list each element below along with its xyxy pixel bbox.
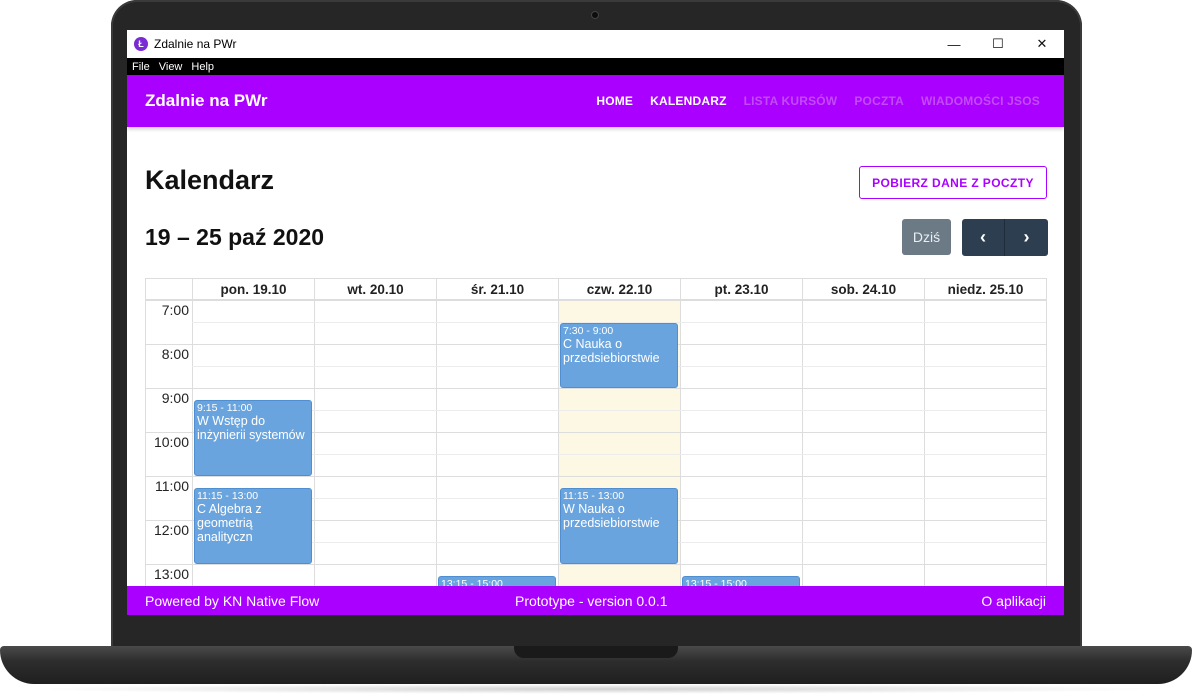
day-header: śr. 21.10 (436, 279, 558, 300)
time-label: 8:00 (161, 346, 189, 362)
calendar-event[interactable]: 7:30 - 9:00 C Nauka o przedsiebiorstwie (560, 323, 678, 388)
app-window: Ł Zdalnie na PWr — ☐ ✕ File View Help Zd… (127, 30, 1064, 615)
menu-bar: File View Help (127, 58, 1064, 75)
week-nav-group: ‹ › (962, 219, 1048, 256)
day-header: pon. 19.10 (192, 279, 314, 300)
next-week-button[interactable]: › (1005, 219, 1048, 256)
hour-gridline (146, 564, 1046, 565)
maximize-button[interactable]: ☐ (976, 30, 1020, 58)
footer-about-link[interactable]: O aplikacji (981, 593, 1046, 609)
top-navbar: Zdalnie na PWr HOME KALENDARZ LISTA KURS… (127, 75, 1064, 127)
menu-file[interactable]: File (132, 61, 150, 73)
nav-course-list[interactable]: LISTA KURSÓW (744, 94, 838, 108)
nav-calendar[interactable]: KALENDARZ (650, 94, 726, 108)
calendar-event[interactable]: 11:15 - 13:00 W Nauka o przedsiebiorstwie (560, 488, 678, 564)
event-time: 7:30 - 9:00 (563, 325, 614, 337)
today-button[interactable]: Dziś (902, 219, 951, 255)
window-controls: — ☐ ✕ (932, 30, 1064, 58)
day-header: czw. 22.10 (558, 279, 680, 300)
hour-gridline (146, 476, 1046, 477)
half-hour-gridline (192, 410, 1046, 411)
footer-version: Prototype - version 0.0.1 (515, 592, 668, 609)
half-hour-gridline (192, 454, 1046, 455)
day-header: niedz. 25.10 (924, 279, 1046, 300)
window-title: Zdalnie na PWr (154, 37, 237, 51)
hour-gridline (146, 300, 1046, 301)
close-button[interactable]: ✕ (1020, 30, 1064, 58)
calendar-event[interactable]: 11:15 - 13:00 C Algebra z geometrią anali… (194, 488, 312, 564)
time-label: 12:00 (153, 522, 189, 538)
time-label: 13:00 (153, 566, 189, 582)
nav-home[interactable]: HOME (596, 94, 633, 108)
nav-mail[interactable]: POCZTA (854, 94, 904, 108)
day-header: pt. 23.10 (680, 279, 802, 300)
menu-help[interactable]: Help (191, 61, 214, 73)
calendar-event[interactable]: 9:15 - 11:00 W Wstęp do inżynierii system… (194, 400, 312, 476)
minimize-button[interactable]: — (932, 30, 976, 58)
laptop-shadow (20, 684, 1172, 694)
fetch-mail-button[interactable]: POBIERZ DANE Z POCZTY (859, 166, 1047, 199)
nav-jsos-messages[interactable]: WIADOMOŚCI JSOS (921, 94, 1040, 108)
footer-powered-by: Powered by KN Native Flow (145, 592, 320, 609)
menu-view[interactable]: View (159, 61, 183, 73)
week-calendar: pon. 19.10 wt. 20.10 śr. 21.10 czw. 22.10 pt… (145, 278, 1047, 588)
page-title: Kalendarz (145, 165, 275, 195)
footer: Powered by KN Native Flow Prototype - ve… (127, 586, 1064, 615)
event-title: W Nauka o przedsiebiorstwie (563, 502, 660, 530)
app-logo-icon: Ł (134, 37, 148, 51)
time-label: 9:00 (161, 390, 189, 406)
date-range-title: 19 – 25 paź 2020 (145, 224, 325, 250)
webcam (592, 12, 598, 18)
day-header: sob. 24.10 (802, 279, 924, 300)
event-time: 11:15 - 13:00 (563, 490, 625, 502)
time-label: 7:00 (161, 302, 189, 318)
event-time: 9:15 - 11:00 (197, 402, 253, 414)
hour-gridline (146, 388, 1046, 389)
time-label: 11:00 (155, 478, 189, 494)
nav-links: HOME KALENDARZ LISTA KURSÓW POCZTA WIADO… (579, 75, 1040, 127)
event-time: 11:15 - 13:00 (197, 490, 259, 502)
navbar-brand[interactable]: Zdalnie na PWr (145, 91, 268, 111)
time-label: 10:00 (153, 434, 189, 450)
day-header: wt. 20.10 (314, 279, 436, 300)
laptop-base-notch (514, 646, 678, 658)
event-title: W Wstęp do inżynierii systemów (197, 414, 305, 442)
event-title: C Algebra z geometrią analityczn (197, 502, 262, 544)
window-titlebar[interactable]: Ł Zdalnie na PWr — ☐ ✕ (127, 30, 1064, 58)
calendar-header: pon. 19.10 wt. 20.10 śr. 21.10 czw. 22.10 pt… (146, 279, 1046, 300)
prev-week-button[interactable]: ‹ (962, 219, 1005, 256)
event-title: C Nauka o przedsiebiorstwie (563, 337, 660, 365)
